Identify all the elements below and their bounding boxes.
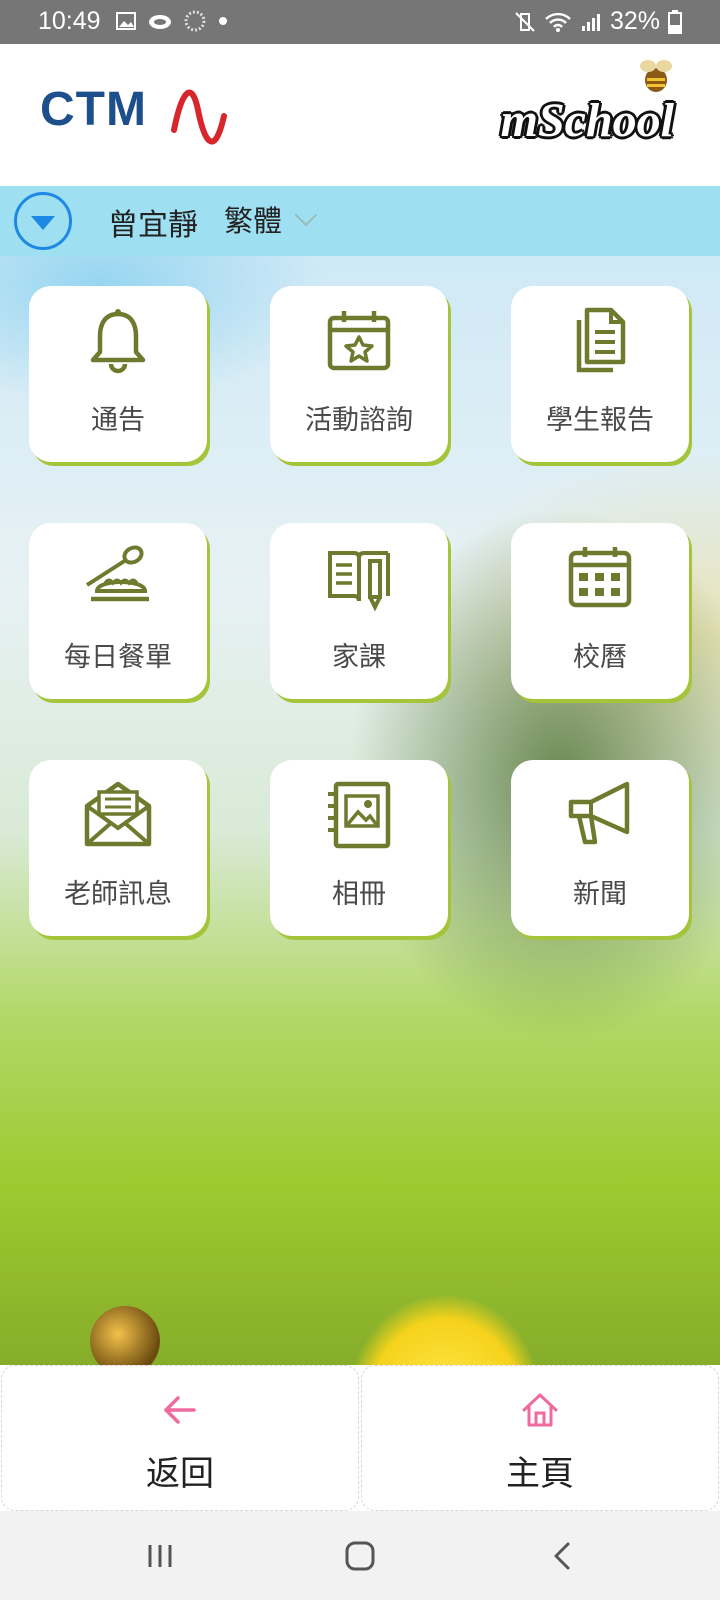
tile-label: 老師訊息	[64, 879, 172, 910]
dandelion-image	[350, 1296, 540, 1365]
user-bar: 曾宜靜 繁體	[0, 186, 720, 256]
status-time: 10:49	[38, 7, 101, 35]
dot-icon	[219, 17, 227, 25]
tile-news[interactable]: 新聞	[511, 760, 689, 936]
spinner-icon	[184, 10, 206, 32]
language-label: 繁體	[224, 204, 283, 238]
ctm-logo: CTM	[40, 80, 230, 156]
user-dropdown-button[interactable]	[14, 192, 72, 250]
ctm-logo-text: CTM	[40, 83, 147, 136]
megaphone-icon	[568, 781, 630, 845]
status-icons-left	[116, 10, 228, 32]
tile-label: 校曆	[573, 642, 627, 673]
status-bar: 10:49 32%	[0, 0, 720, 44]
language-selector[interactable]: 繁體	[224, 198, 318, 240]
wifi-icon	[545, 12, 571, 32]
meal-icon	[85, 545, 149, 602]
tile-photo-album[interactable]: 相冊	[270, 760, 448, 936]
cloud-icon	[149, 15, 171, 29]
home-button[interactable]: 主頁	[361, 1365, 719, 1511]
home-icon	[522, 1393, 558, 1427]
home-system-button[interactable]	[330, 1531, 390, 1581]
home-square-icon	[345, 1541, 375, 1571]
battery-percent: 32%	[609, 7, 660, 35]
book-pencil-icon	[328, 551, 390, 612]
tile-label: 相冊	[332, 879, 386, 910]
image-icon	[116, 12, 136, 30]
mschool-logo: mSchool	[500, 56, 674, 166]
app-header: CTM mSchool	[0, 44, 720, 186]
arrow-left-icon	[164, 1396, 196, 1424]
tile-student-report[interactable]: 學生報告	[511, 286, 689, 462]
tile-daily-menu[interactable]: 每日餐單	[29, 523, 207, 699]
tile-label: 家課	[332, 642, 386, 673]
back-button[interactable]: 返回	[1, 1365, 359, 1511]
tile-label: 活動諮詢	[305, 405, 413, 436]
system-back-button[interactable]	[532, 1531, 592, 1581]
bee-icon	[640, 60, 672, 92]
recent-apps-button[interactable]	[130, 1531, 190, 1581]
triangle-down-icon	[31, 216, 55, 230]
documents-icon	[576, 307, 626, 373]
tile-label: 每日餐單	[64, 642, 172, 673]
back-label: 返回	[146, 1454, 214, 1494]
bee-image	[90, 1306, 160, 1365]
calendar-star-icon	[327, 311, 391, 371]
envelope-icon	[84, 781, 152, 847]
photo-album-icon	[328, 781, 391, 849]
tile-teacher-message[interactable]: 老師訊息	[29, 760, 207, 936]
mschool-logo-text: mSchool	[500, 94, 674, 147]
system-nav-bar	[0, 1511, 720, 1600]
user-name: 曾宜靜	[108, 208, 198, 243]
chevron-down-icon	[294, 203, 318, 227]
mute-vibrate-icon	[515, 11, 535, 32]
home-label: 主頁	[506, 1454, 574, 1494]
ctm-wave-icon	[171, 89, 227, 145]
status-icons-right: 32%	[514, 7, 682, 36]
recent-apps-icon	[148, 1545, 172, 1567]
bell-icon	[90, 309, 146, 374]
tile-label: 新聞	[573, 879, 627, 910]
calendar-grid-icon	[568, 547, 632, 608]
tile-notices[interactable]: 通告	[29, 286, 207, 462]
signal-icon	[581, 13, 600, 31]
tile-label: 通告	[91, 405, 145, 436]
battery-icon	[668, 9, 682, 34]
tile-homework[interactable]: 家課	[270, 523, 448, 699]
tile-label: 學生報告	[546, 405, 654, 436]
tile-school-calendar[interactable]: 校曆	[511, 523, 689, 699]
bottom-nav: 返回 主頁	[0, 1365, 720, 1511]
tile-activity-enquiry[interactable]: 活動諮詢	[270, 286, 448, 462]
chevron-left-icon	[554, 1542, 570, 1570]
